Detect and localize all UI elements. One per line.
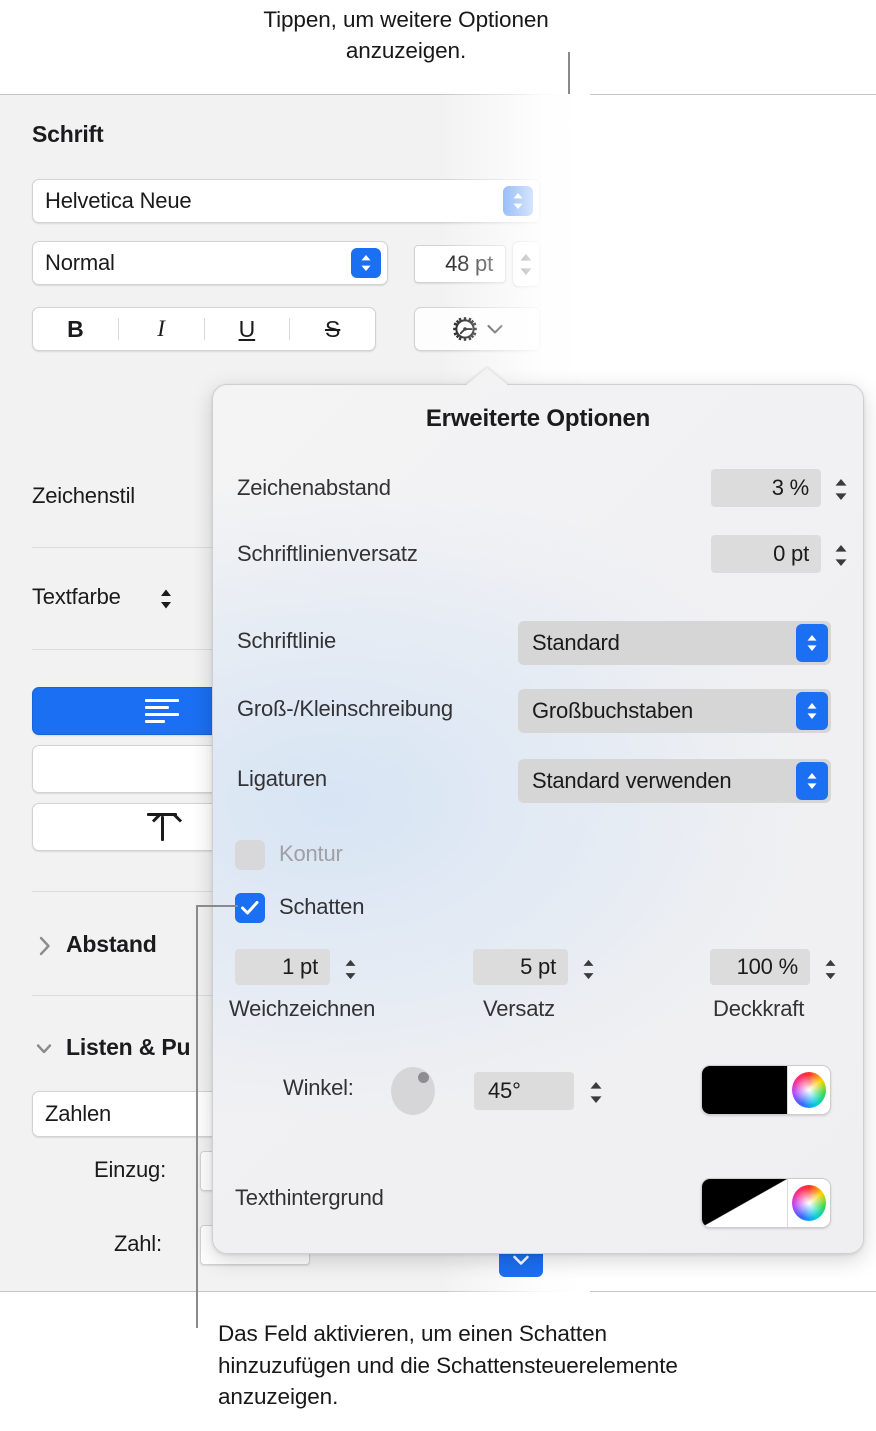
font-style-value: Normal xyxy=(45,250,115,275)
baseline-label: Schriftlinie xyxy=(237,628,337,653)
angle-label: Winkel: xyxy=(283,1075,354,1100)
font-section-title: Schrift xyxy=(32,121,104,147)
angle-dial[interactable] xyxy=(391,1067,435,1115)
ligatures-label: Ligaturen xyxy=(237,766,327,791)
capitalization-label: Groß-/Kleinschreibung xyxy=(237,696,453,721)
text-color-label: Textfarbe xyxy=(32,584,121,609)
baseline-shift-stepper[interactable] xyxy=(828,533,854,577)
number-label: Zahl: xyxy=(114,1231,162,1256)
opacity-stepper[interactable] xyxy=(817,947,843,991)
strikethrough-button[interactable]: S xyxy=(290,316,375,343)
underline-button[interactable]: U xyxy=(205,316,290,343)
advanced-options-popover: Erweiterte Optionen Zeichenabstand 3 % S… xyxy=(212,368,864,1254)
font-style-popup[interactable]: Normal xyxy=(32,241,388,285)
shadow-color-fill xyxy=(702,1066,787,1114)
list-type-value: Zahlen xyxy=(45,1101,112,1126)
baseline-value: Standard xyxy=(532,630,620,655)
text-background-label: Texthintergrund xyxy=(235,1185,384,1210)
align-top-icon xyxy=(147,813,183,841)
angle-field[interactable]: 45° xyxy=(474,1072,574,1110)
character-spacing-label: Zeichenabstand xyxy=(237,475,391,500)
character-spacing-value: 3 % xyxy=(771,475,810,500)
capitalization-popup[interactable]: Großbuchstaben xyxy=(518,689,831,733)
shadow-label: Schatten xyxy=(279,894,365,919)
popover-arrow xyxy=(465,368,509,386)
chevron-updown-icon xyxy=(351,248,381,278)
font-size-stepper[interactable] xyxy=(512,241,540,287)
chevron-down-icon xyxy=(486,323,504,335)
bold-button[interactable]: B xyxy=(33,316,118,343)
baseline-shift-value: 0 pt xyxy=(773,541,809,566)
text-background-swatch[interactable] xyxy=(701,1178,831,1228)
baseline-shift-field[interactable]: 0 pt xyxy=(711,535,821,573)
angle-value: 45° xyxy=(488,1078,521,1103)
font-size-value: 48 pt xyxy=(445,251,493,276)
callout-bottom-text: Das Feld aktivieren, um einen Schatten h… xyxy=(218,1321,678,1409)
ligatures-popup[interactable]: Standard verwenden xyxy=(518,759,831,803)
chevron-updown-icon[interactable] xyxy=(158,587,174,616)
italic-button[interactable]: I xyxy=(119,316,204,342)
blur-field[interactable]: 1 pt xyxy=(235,949,330,985)
spacing-section-title[interactable]: Abstand xyxy=(66,931,157,958)
color-wheel-icon[interactable] xyxy=(787,1066,830,1114)
chevron-down-icon[interactable] xyxy=(34,1039,54,1064)
opacity-label: Deckkraft xyxy=(713,996,805,1021)
lists-section-title[interactable]: Listen & Pu xyxy=(66,1034,191,1061)
font-family-popup[interactable]: Helvetica Neue xyxy=(32,179,540,223)
screenshot-root: Tippen, um weitere Optionen anzuzeigen. … xyxy=(0,0,876,1431)
ligatures-value: Standard verwenden xyxy=(532,768,732,793)
outline-label: Kontur xyxy=(279,841,343,866)
text-style-segmented-control[interactable]: B I U S xyxy=(32,307,376,351)
opacity-field[interactable]: 100 % xyxy=(710,949,810,985)
text-background-fill xyxy=(702,1179,787,1227)
capitalization-value: Großbuchstaben xyxy=(532,698,694,723)
baseline-popup[interactable]: Standard xyxy=(518,621,831,665)
offset-value: 5 pt xyxy=(520,954,556,979)
shadow-color-swatch[interactable] xyxy=(701,1065,831,1115)
align-left-icon xyxy=(145,698,179,724)
angle-dial-handle xyxy=(418,1072,429,1083)
advanced-options-gear-button[interactable] xyxy=(414,307,540,351)
character-style-label: Zeichenstil xyxy=(32,483,135,508)
font-family-value: Helvetica Neue xyxy=(45,188,192,213)
angle-stepper[interactable] xyxy=(583,1070,609,1114)
chevron-updown-icon xyxy=(796,762,828,800)
chevron-updown-icon xyxy=(503,186,533,216)
blur-label: Weichzeichnen xyxy=(229,996,376,1021)
chevron-updown-icon xyxy=(796,692,828,730)
blur-stepper[interactable] xyxy=(337,947,363,991)
number-format-popup[interactable]: 1. 2. 3. 4. xyxy=(32,1291,540,1292)
chevron-updown-icon xyxy=(796,624,828,662)
offset-label: Versatz xyxy=(483,996,555,1021)
callout-bottom-leader-horizontal xyxy=(196,905,238,907)
offset-field[interactable]: 5 pt xyxy=(473,949,568,985)
opacity-value: 100 % xyxy=(736,954,799,979)
shadow-checkbox[interactable] xyxy=(235,893,265,923)
blur-value: 1 pt xyxy=(282,954,318,979)
baseline-shift-label: Schriftlinienversatz xyxy=(237,541,418,566)
callout-bottom-leader-vertical xyxy=(196,905,198,1328)
character-spacing-field[interactable]: 3 % xyxy=(711,469,821,507)
font-size-field[interactable]: 48 pt xyxy=(414,245,506,283)
outline-checkbox[interactable] xyxy=(235,840,265,870)
chevron-right-icon[interactable] xyxy=(36,935,54,962)
gear-icon xyxy=(450,314,480,344)
color-wheel-icon[interactable] xyxy=(787,1179,830,1227)
indent-label: Einzug: xyxy=(94,1157,166,1182)
callout-top-text: Tippen, um weitere Optionen anzuzeigen. xyxy=(263,7,549,63)
popover-title: Erweiterte Optionen xyxy=(425,405,651,432)
character-spacing-stepper[interactable] xyxy=(828,467,854,511)
offset-stepper[interactable] xyxy=(575,947,601,991)
